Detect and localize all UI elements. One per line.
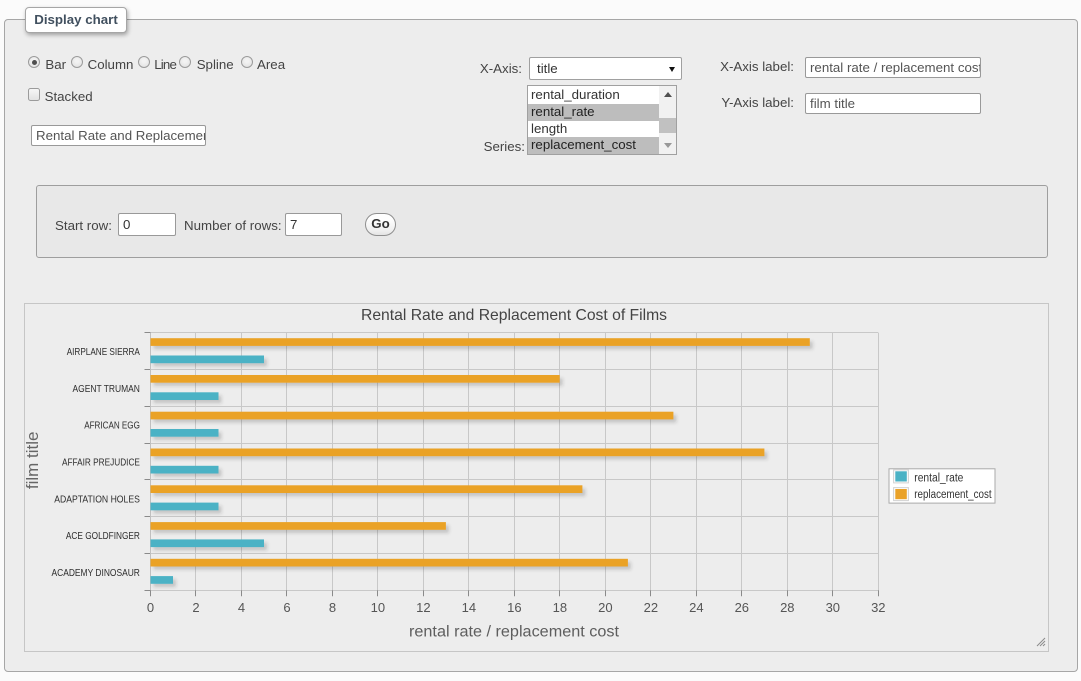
svg-text:28: 28 (780, 600, 794, 615)
svg-text:ADAPTATION HOLES: ADAPTATION HOLES (54, 494, 140, 505)
svg-text:ACADEMY DINOSAUR: ACADEMY DINOSAUR (52, 568, 140, 579)
svg-text:ACE GOLDFINGER: ACE GOLDFINGER (66, 531, 140, 542)
svg-text:AIRPLANE SIERRA: AIRPLANE SIERRA (67, 347, 140, 358)
svg-text:16: 16 (507, 600, 521, 615)
svg-text:8: 8 (329, 600, 336, 615)
svg-text:4: 4 (238, 600, 245, 615)
svg-text:AFFAIR PREJUDICE: AFFAIR PREJUDICE (62, 458, 140, 469)
svg-text:AGENT TRUMAN: AGENT TRUMAN (73, 384, 140, 395)
svg-text:18: 18 (553, 600, 567, 615)
svg-text:2: 2 (192, 600, 199, 615)
svg-text:Rental Rate and Replacement Co: Rental Rate and Replacement Cost of Film… (361, 307, 667, 324)
svg-text:24: 24 (689, 600, 703, 615)
svg-text:22: 22 (644, 600, 658, 615)
svg-text:20: 20 (598, 600, 612, 615)
svg-text:32: 32 (871, 600, 885, 615)
svg-text:rental_rate: rental_rate (914, 473, 963, 485)
svg-text:12: 12 (416, 600, 430, 615)
svg-text:6: 6 (283, 600, 290, 615)
svg-text:film title: film title (25, 431, 42, 489)
svg-text:AFRICAN EGG: AFRICAN EGG (84, 421, 140, 432)
svg-text:14: 14 (462, 600, 476, 615)
svg-text:replacement_cost: replacement_cost (914, 489, 992, 501)
svg-text:26: 26 (735, 600, 749, 615)
svg-text:rental rate / replacement cost: rental rate / replacement cost (409, 624, 620, 641)
svg-text:30: 30 (826, 600, 840, 615)
svg-text:0: 0 (147, 600, 154, 615)
svg-text:10: 10 (371, 600, 385, 615)
